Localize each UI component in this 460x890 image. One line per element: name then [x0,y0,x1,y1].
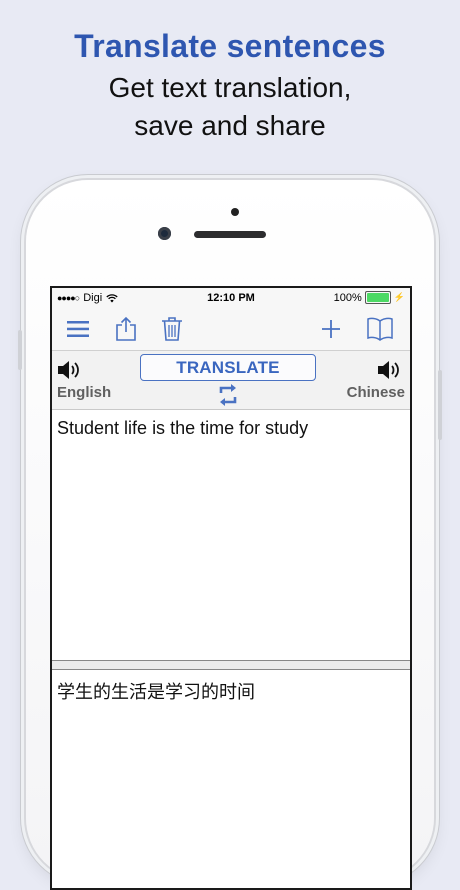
translate-panel: English TRANSLATE Chinese [52,351,410,410]
promo-headline: Translate sentences [74,28,386,64]
source-text-area[interactable]: Student life is the time for study [52,410,410,660]
swap-languages-icon[interactable] [217,383,239,407]
target-speaker-icon[interactable] [377,359,403,381]
volume-button [18,330,22,370]
pane-divider[interactable] [52,660,410,670]
trash-icon[interactable] [158,315,186,343]
plus-icon[interactable] [317,315,345,343]
promo-subline-1: Get text translation, [108,72,352,103]
book-icon[interactable] [366,315,394,343]
proximity-sensor [231,208,239,216]
phone-screen: ●●●●○ Digi 12:10 PM 100% ⚡ English TRANS… [50,286,412,890]
power-button [438,370,442,440]
translated-text-area[interactable]: 学生的生活是学习的时间 [52,670,410,888]
source-speaker-icon[interactable] [57,359,83,381]
battery-percent: 100% [333,291,362,304]
status-bar: ●●●●○ Digi 12:10 PM 100% ⚡ [52,288,410,308]
toolbar [52,308,410,351]
translate-button[interactable]: TRANSLATE [140,354,316,381]
charging-icon: ⚡ [393,292,405,302]
front-camera [158,227,171,240]
source-language-label[interactable]: English [57,384,111,401]
battery-icon [364,291,391,304]
phone-frame: ●●●●○ Digi 12:10 PM 100% ⚡ English TRANS… [18,180,442,890]
target-language-label[interactable]: Chinese [347,384,405,401]
promo-subline-2: save and share [134,110,326,141]
menu-icon[interactable] [64,315,92,343]
share-icon[interactable] [112,315,140,343]
earpiece-speaker [194,231,266,238]
